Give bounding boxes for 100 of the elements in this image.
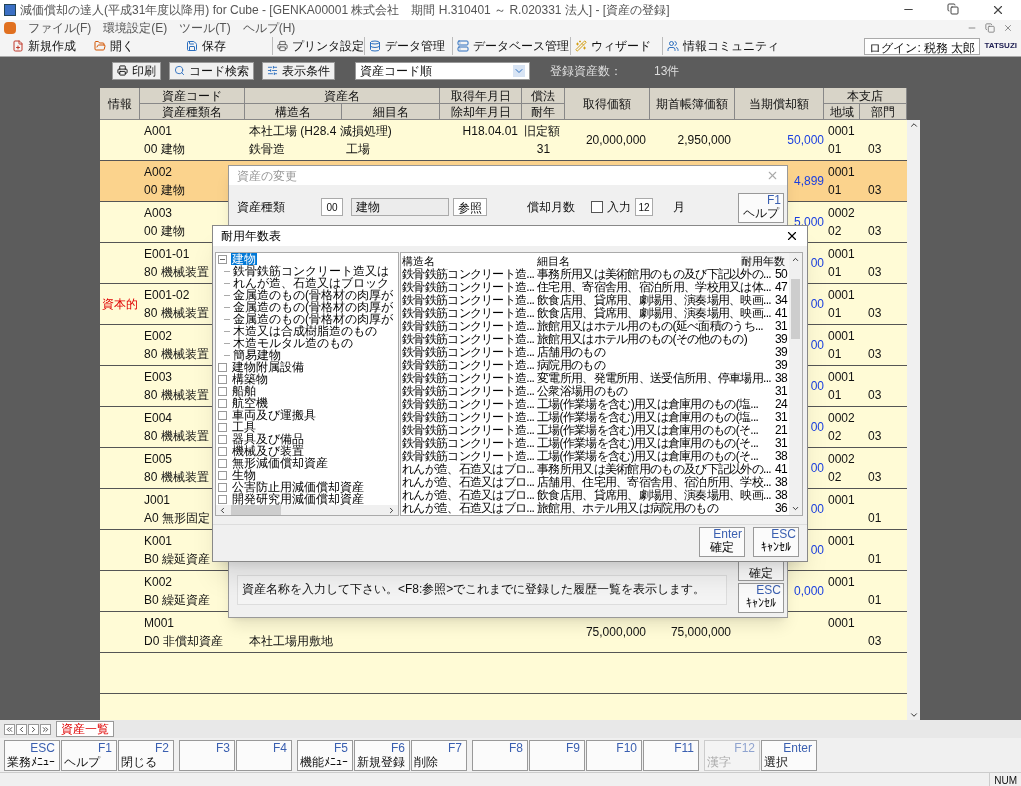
column-header: 資産種類名 <box>140 104 245 120</box>
asset-type: 80 機械装置 <box>144 264 209 281</box>
column-header: 資産コード <box>140 88 245 104</box>
detail-name: 工場(作業場を含む)用又は倉庫用のもの(そ... <box>537 437 760 450</box>
area-code: 01 <box>828 387 842 404</box>
department-code: 03 <box>868 182 882 199</box>
asset-type: 80 機械装置 <box>144 305 209 322</box>
column-header: 本支店 <box>824 88 907 104</box>
asset-type: 00 建物 <box>144 141 185 158</box>
useful-life: 34 <box>774 294 789 307</box>
asset-code: E001-02 <box>144 287 190 304</box>
useful-life: 39 <box>774 346 788 359</box>
detail-name: 住宅用、寄宿舎用、宿泊所用、学校用又は体... <box>537 281 772 294</box>
useful-life: 39 <box>774 359 788 372</box>
department-code: 03 <box>868 223 882 240</box>
login-user: ログイン: 税務 太郎 <box>864 37 981 55</box>
depreciation-amount: 00 <box>810 337 824 354</box>
branch-code: 0001 <box>828 246 855 263</box>
column-header: 情報 <box>100 88 140 120</box>
structure-name: 鉄骨鉄筋コンクリート造... <box>402 398 536 411</box>
info-tag: 資本的 <box>102 295 138 313</box>
depreciation-amount: 00 <box>810 255 824 272</box>
branch-code: 0001 <box>828 574 855 591</box>
column-header: 除却年月日 <box>440 104 522 120</box>
asset-type: B0 繰延資産 <box>144 592 210 609</box>
app-logo: TATSUZI <box>983 40 1018 52</box>
detail-name: 工場(作業場を含む)用又は倉庫用のもの(そ... <box>537 424 760 437</box>
useful-life: 31 <box>774 385 788 398</box>
dialog-title: 資産の変更 <box>237 167 297 185</box>
asset-type: B0 繰延資産 <box>144 551 210 568</box>
asset-code: E004 <box>144 410 173 427</box>
dialog-title: 耐用年数表 <box>221 228 281 245</box>
depreciation-amount: 00 <box>810 460 824 477</box>
depreciation-amount: 00 <box>810 542 824 559</box>
detail-name: 店舗用、住宅用、寄宿舎用、宿泊所用、学校... <box>537 476 772 489</box>
asset-code: J001 <box>144 492 171 509</box>
department-code: 01 <box>868 592 882 609</box>
detail-name: 工場(作業場を含む)用又は倉庫用のもの(塩... <box>537 398 760 411</box>
structure-name: 鉄骨鉄筋コンクリート造... <box>402 268 536 281</box>
useful-life: 50 <box>774 268 789 281</box>
detail-name: 旅館用又はホテル用のもの(その他のもの) <box>537 333 748 346</box>
months-unit: 月 <box>673 199 685 216</box>
detail-name: 事務所用又は美術館用のもの及び下記以外の... <box>537 268 772 281</box>
asset-code: M001 <box>144 615 175 632</box>
useful-life: 39 <box>774 333 788 346</box>
branch-code: 0001 <box>828 615 855 632</box>
column-header: 細目名 <box>537 254 571 268</box>
asset-type: 00 建物 <box>144 223 185 240</box>
depreciation-amount: 00 <box>810 501 824 518</box>
area-code: 02 <box>828 223 842 240</box>
asset-type: 80 機械装置 <box>144 469 209 486</box>
branch-code: 0002 <box>828 451 855 468</box>
column-header: 資産名 <box>245 88 440 104</box>
department-code: 03 <box>868 469 882 486</box>
department-code: 03 <box>868 633 882 650</box>
asset-type: D0 非償却資産 <box>144 633 223 650</box>
column-header: 償法 <box>522 88 565 104</box>
field-label: 償却月数 <box>527 199 575 216</box>
useful-life: 21 <box>774 424 788 437</box>
area-code: 01 <box>828 305 842 322</box>
useful-life: 47 <box>774 281 788 294</box>
useful-life: 38 <box>774 476 788 489</box>
asset-count: 13件 <box>654 62 680 80</box>
column-header: 構造名 <box>402 254 436 268</box>
column-header: 地域 <box>824 104 860 120</box>
asset-code: A002 <box>144 164 173 181</box>
area-code: 01 <box>828 264 842 281</box>
asset-type: 80 機械装置 <box>144 387 209 404</box>
depreciation-amount: 00 <box>810 419 824 436</box>
useful-life: 31 <box>536 141 551 158</box>
acquisition-cost: 20,000,000 <box>585 132 646 149</box>
detail-name: 飲食店用、貸席用、劇場用、演奏場用、映画... <box>537 307 772 320</box>
column-header: 当期償却額 <box>735 88 824 120</box>
structure-name: 鉄骨鉄筋コンクリート造... <box>402 411 536 424</box>
branch-code: 0001 <box>828 287 855 304</box>
structure-name: 鉄骨鉄筋コンクリート造... <box>402 424 536 437</box>
department-code: 03 <box>868 387 882 404</box>
opening-book-value: 75,000,000 <box>670 624 731 641</box>
detail-name: 工場(作業場を含む)用又は倉庫用のもの(そ... <box>537 450 760 463</box>
structure-name: 鉄骨鉄筋コンクリート造... <box>402 346 536 359</box>
window-title: 減価償却の達人(平成31年度以降用) for Cube - [GENKA00001 株式会社 期間 H.310401 ～ R.020331 法人] - [資産の登録] <box>20 2 670 19</box>
asset-code: K001 <box>144 533 173 550</box>
opening-book-value: 2,950,000 <box>677 132 731 149</box>
useful-life: 38 <box>774 450 788 463</box>
useful-life: 41 <box>774 307 788 320</box>
asset-name: 本社工場 (H28.4 減損処理) <box>249 123 392 140</box>
column-header: 部門 <box>860 104 907 120</box>
branch-code: 0001 <box>828 123 855 140</box>
branch-code: 0002 <box>828 205 855 222</box>
department-code: 03 <box>868 305 882 322</box>
department-code: 03 <box>868 264 882 281</box>
asset-type: 80 機械装置 <box>144 428 209 445</box>
detail-name: 旅館用、ホテル用又は病院用のもの <box>537 502 719 515</box>
asset-type: A0 無形固定 <box>144 510 210 527</box>
count-label: 登録資産数： <box>550 62 622 80</box>
num-lock-indicator: NUM <box>989 773 1021 786</box>
depreciation-amount: 00 <box>810 296 824 313</box>
area-code: 02 <box>828 469 842 486</box>
depreciation-method: 旧定額 <box>524 123 560 140</box>
column-header: 取得年月日 <box>440 88 522 104</box>
